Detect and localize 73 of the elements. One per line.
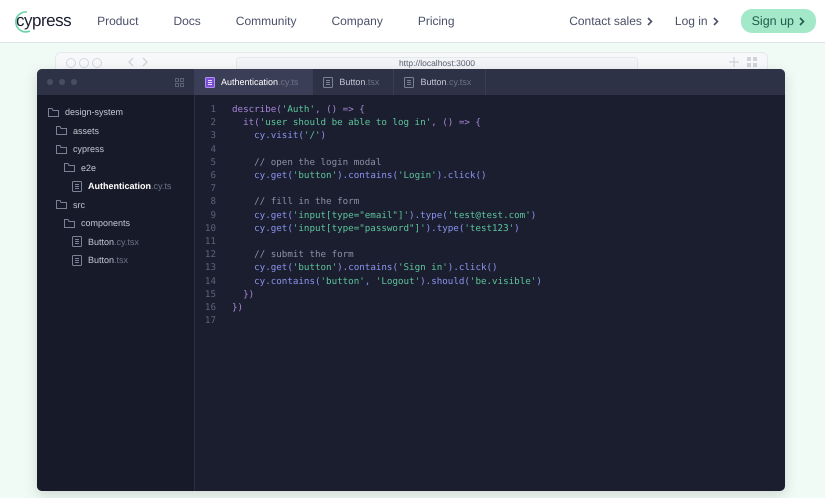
nav-link[interactable]: Product bbox=[97, 14, 138, 28]
line-number: 4 bbox=[209, 144, 216, 155]
grid-icon[interactable] bbox=[747, 57, 757, 67]
file-item[interactable]: Button.cy.tsx bbox=[88, 236, 139, 247]
folder-icon bbox=[48, 108, 59, 117]
line-number: 5 bbox=[209, 156, 216, 168]
line-number: 7 bbox=[209, 183, 216, 194]
nav-link[interactable]: Pricing bbox=[418, 14, 455, 28]
line-number: 3 bbox=[209, 130, 216, 142]
chevron-icon bbox=[799, 16, 805, 26]
window-controls-icon bbox=[66, 58, 102, 68]
nav-link[interactable]: Contact sales bbox=[569, 14, 653, 28]
code-line: }) bbox=[242, 288, 254, 300]
line-number: 1 bbox=[209, 104, 216, 116]
grid-icon[interactable] bbox=[175, 78, 184, 86]
nav-link[interactable]: Log in bbox=[674, 14, 719, 28]
line-number: 11 bbox=[204, 236, 216, 247]
file-icon bbox=[72, 254, 82, 266]
folder-icon bbox=[56, 126, 67, 136]
line-number: 8 bbox=[209, 196, 216, 208]
folder-icon bbox=[56, 144, 67, 154]
folder-item[interactable]: cypress bbox=[73, 144, 104, 154]
code-line: cy.visit('/') bbox=[253, 130, 326, 142]
line-number: 16 bbox=[204, 302, 216, 313]
code-line: // fill in the form bbox=[253, 196, 360, 208]
file-icon bbox=[72, 236, 82, 248]
nav-link[interactable]: Community bbox=[236, 14, 296, 28]
plus-icon[interactable] bbox=[729, 57, 739, 67]
line-number: 10 bbox=[204, 222, 216, 234]
file-icon bbox=[404, 76, 414, 88]
back-icon[interactable] bbox=[128, 57, 134, 67]
nav-link[interactable]: Docs bbox=[173, 14, 201, 28]
code-line: // submit the form bbox=[253, 249, 354, 260]
folder-icon bbox=[64, 163, 75, 172]
nav-link[interactable]: Company bbox=[331, 14, 383, 28]
folder-item[interactable]: src bbox=[73, 200, 85, 210]
code-line: cy.contains('button', 'Logout').should('be.visible') bbox=[253, 276, 542, 287]
folder-item[interactable]: design-system bbox=[65, 107, 124, 118]
file-item[interactable]: Authentication.cy.ts bbox=[88, 181, 172, 192]
code-line: cy.get('input[type="email"]').type('test@test.com') bbox=[253, 210, 536, 221]
line-number: 12 bbox=[204, 249, 216, 260]
window-controls-icon bbox=[47, 79, 77, 85]
code-line: it('user should be able to log in', () => { bbox=[242, 117, 481, 128]
code-line: cy.get('input[type="password"]').type('test123') bbox=[253, 222, 520, 234]
folder-item[interactable]: assets bbox=[73, 126, 100, 136]
folder-item[interactable]: components bbox=[81, 218, 130, 228]
line-number: 17 bbox=[204, 315, 216, 326]
file-tab[interactable]: Button.tsx bbox=[313, 69, 394, 95]
file-icon bbox=[205, 76, 215, 88]
folder-icon bbox=[64, 218, 75, 228]
line-number: 2 bbox=[209, 117, 216, 128]
sign-up-button[interactable]: Sign up bbox=[740, 9, 816, 33]
forward-icon[interactable] bbox=[142, 57, 148, 67]
code-line: }) bbox=[232, 302, 244, 313]
file-icon bbox=[72, 180, 82, 192]
code-line: describe('Auth', () => { bbox=[232, 104, 365, 116]
line-number: 9 bbox=[209, 210, 216, 221]
folder-item[interactable]: e2e bbox=[81, 162, 96, 173]
folder-icon bbox=[56, 200, 67, 210]
code-line: cy.get('button').contains('Sign in').click() bbox=[253, 262, 498, 274]
file-icon bbox=[323, 76, 334, 88]
chevron-icon bbox=[712, 16, 719, 26]
url-field[interactable]: http://localhost:3000 bbox=[236, 57, 638, 69]
line-number: 15 bbox=[204, 288, 216, 300]
line-number: 6 bbox=[209, 170, 216, 182]
file-item[interactable]: Button.tsx bbox=[88, 255, 128, 266]
code-line: // open the login modal bbox=[253, 156, 382, 168]
line-number: 13 bbox=[204, 262, 216, 274]
line-number: 14 bbox=[204, 276, 216, 287]
code-line: cy.get('button').contains('Login').click() bbox=[253, 170, 487, 182]
chevron-icon bbox=[646, 16, 653, 26]
file-tab[interactable]: Button.cy.tsx bbox=[394, 69, 486, 95]
logo[interactable]: cypress bbox=[16, 11, 72, 31]
